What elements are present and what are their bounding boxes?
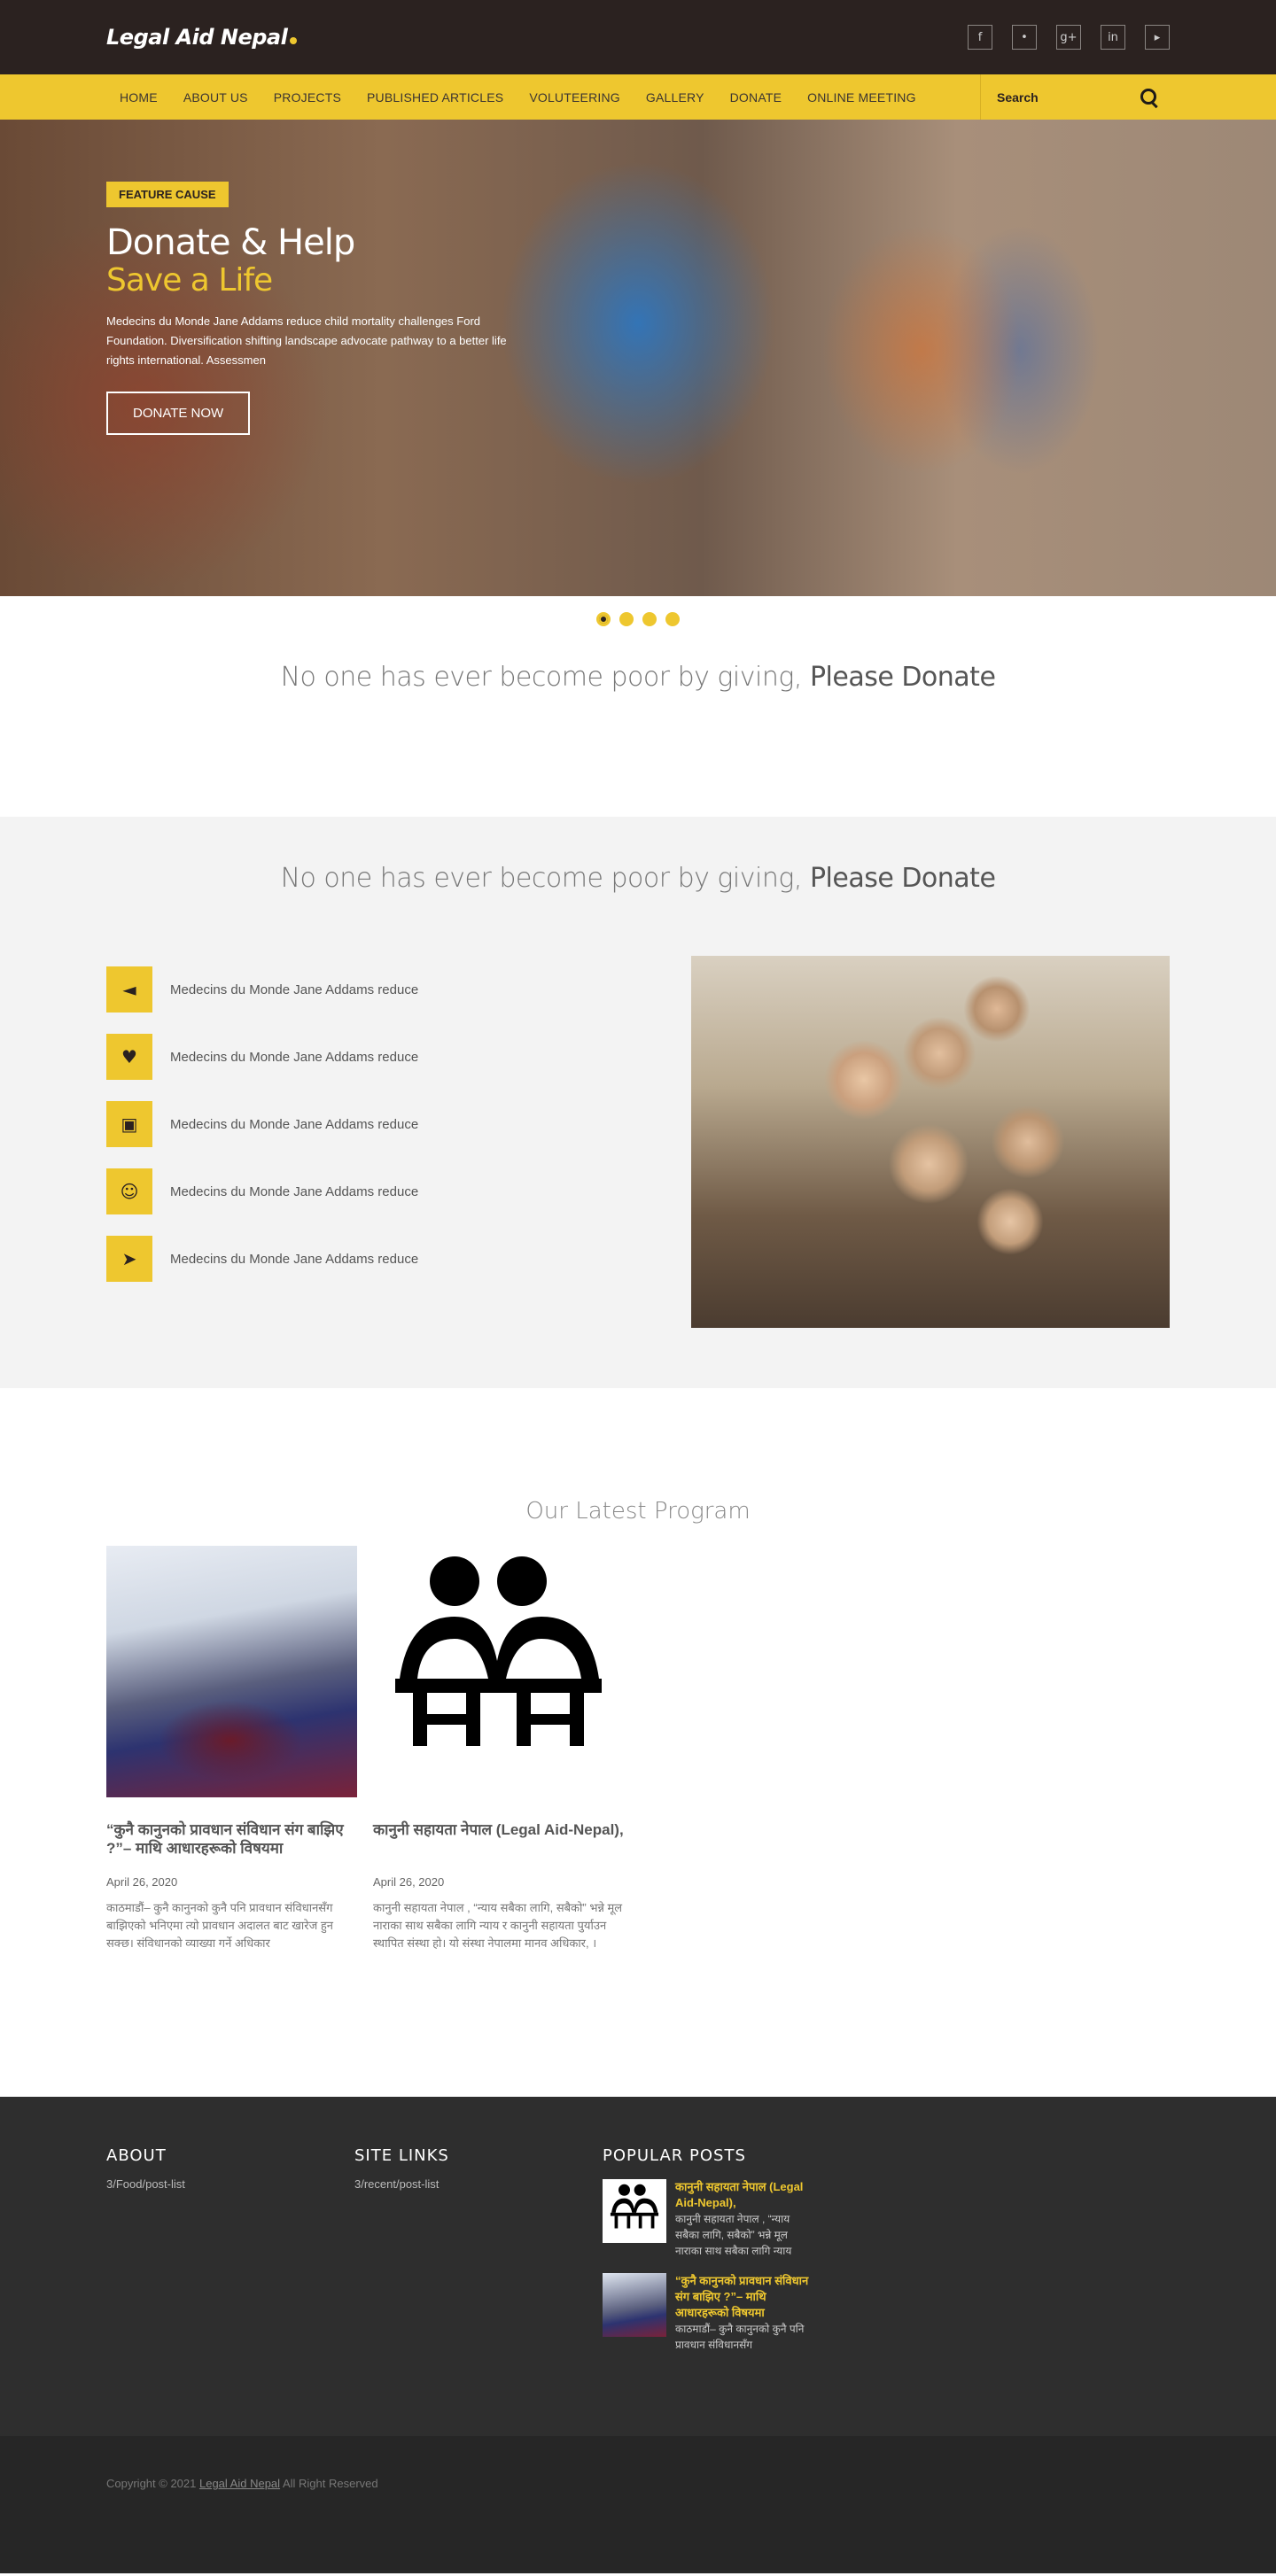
- slider-dot-3[interactable]: [642, 612, 657, 626]
- hero-text: Medecins du Monde Jane Addams reduce chi…: [106, 314, 507, 367]
- popular-post-thumbnail: [603, 2273, 666, 2337]
- footer-popular-heading: POPULAR POSTS: [603, 2146, 746, 2165]
- footer-site-link[interactable]: 3/recent/post-list: [354, 2177, 603, 2191]
- copyright-link[interactable]: Legal Aid Nepal: [199, 2477, 280, 2490]
- search-icon[interactable]: [1140, 88, 1159, 107]
- social-links: f • g+ in ▸: [968, 25, 1170, 50]
- nav-item-home[interactable]: HOME: [120, 90, 158, 105]
- footer-about: ABOUT 3/Food/post-list: [106, 2146, 354, 2353]
- paper-plane-icon: ➤: [106, 1236, 152, 1282]
- youtube-icon[interactable]: ▸: [1145, 25, 1170, 50]
- search-box: [980, 74, 1170, 120]
- slider-dot-2[interactable]: [619, 612, 634, 626]
- megaphone-icon: ◄: [106, 966, 152, 1013]
- feature-label: Medecins du Monde Jane Addams reduce: [170, 1251, 419, 1267]
- facebook-icon[interactable]: f: [968, 25, 992, 50]
- twitter-icon[interactable]: •: [1012, 25, 1037, 50]
- popular-post-title[interactable]: “कुनै कानुनको प्रावधान संविधान संग बाझिए…: [675, 2273, 815, 2321]
- popular-post-title[interactable]: कानुनी सहायता नेपाल (Legal Aid-Nepal),: [675, 2179, 815, 2211]
- post-excerpt: कानुनी सहायता नेपाल , “न्याय सबैका लागि,…: [373, 1901, 623, 1950]
- post-date: April 26, 2020: [373, 1875, 445, 1889]
- slider-dot-1[interactable]: [596, 612, 611, 626]
- popular-post-item[interactable]: “कुनै कानुनको प्रावधान संविधान संग बाझिए…: [603, 2273, 815, 2353]
- hero-subtitle: Save a Life: [106, 262, 273, 299]
- popular-post-text: कानुनी सहायता नेपाल , “न्याय सबैका लागि,…: [675, 2213, 792, 2257]
- feature-label: Medecins du Monde Jane Addams reduce: [170, 1116, 419, 1132]
- logo-dot: [290, 37, 298, 44]
- smile-icon: ☺: [106, 1168, 152, 1214]
- hero-slider: FEATURE CAUSE Donate & Help Save a Life …: [0, 120, 1276, 596]
- nav-item-published-articles[interactable]: PUBLISHED ARTICLES: [367, 90, 503, 105]
- google-plus-icon[interactable]: g+: [1056, 25, 1081, 50]
- heart-pulse-icon: ♥: [106, 1034, 152, 1080]
- slider-pagination: [0, 596, 1276, 626]
- donate-now-button[interactable]: DONATE NOW: [106, 392, 251, 435]
- footer-about-link[interactable]: 3/Food/post-list: [106, 2177, 354, 2191]
- feature-item: ♥ Medecins du Monde Jane Addams reduce: [106, 1034, 603, 1080]
- post-title[interactable]: कानुनी सहायता नेपाल (Legal Aid-Nepal),: [373, 1820, 624, 1858]
- copyright-suffix: All Right Reserved: [282, 2477, 378, 2490]
- post-thumbnail[interactable]: [106, 1546, 357, 1797]
- latest-program-section: Our Latest Program “कुनै कानुनको प्रावधा…: [0, 1388, 1276, 2097]
- nav-item-online-meeting[interactable]: ONLINE MEETING: [807, 90, 916, 105]
- feature-list: ◄ Medecins du Monde Jane Addams reduce ♥…: [106, 956, 603, 1328]
- post-card: “कुनै कानुनको प्रावधान संविधान संग बाझिए…: [106, 1546, 357, 1952]
- post-thumbnail[interactable]: [373, 1546, 624, 1797]
- tagline-bold: Please Donate: [809, 662, 996, 693]
- feature-cause-badge: FEATURE CAUSE: [106, 182, 229, 207]
- feature-label: Medecins du Monde Jane Addams reduce: [170, 1049, 419, 1065]
- post-date: April 26, 2020: [106, 1875, 178, 1889]
- tagline-light: No one has ever become poor by giving,: [280, 662, 803, 693]
- feature-item: ▣ Medecins du Monde Jane Addams reduce: [106, 1101, 603, 1147]
- feature-label: Medecins du Monde Jane Addams reduce: [170, 982, 419, 997]
- feature-item: ➤ Medecins du Monde Jane Addams reduce: [106, 1236, 603, 1282]
- post-list: “कुनै कानुनको प्रावधान संविधान संग बाझिए…: [106, 1546, 1170, 1952]
- site-footer: ABOUT 3/Food/post-list SITE LINKS 3/rece…: [0, 2097, 1276, 2436]
- linkedin-icon[interactable]: in: [1101, 25, 1125, 50]
- program-heading: Our Latest Program: [525, 1498, 751, 1525]
- features-tagline-bold: Please Donate: [809, 863, 996, 894]
- features-section: No one has ever become poor by giving, P…: [0, 817, 1276, 1388]
- nav-item-about-us[interactable]: ABOUT US: [183, 90, 248, 105]
- nav-item-volunteering[interactable]: VOLUTEERING: [529, 90, 620, 105]
- feature-item: ☺ Medecins du Monde Jane Addams reduce: [106, 1168, 603, 1214]
- hero-title: Donate & Help: [106, 222, 355, 263]
- post-title[interactable]: “कुनै कानुनको प्रावधान संविधान संग बाझिए…: [106, 1820, 357, 1858]
- feature-item: ◄ Medecins du Monde Jane Addams reduce: [106, 966, 603, 1013]
- feature-label: Medecins du Monde Jane Addams reduce: [170, 1183, 419, 1199]
- nav-item-gallery[interactable]: GALLERY: [646, 90, 704, 105]
- search-input[interactable]: [997, 89, 1130, 105]
- legal-aid-logo-icon: [610, 2184, 659, 2229]
- top-bar: Legal Aid Nepal f • g+ in ▸: [0, 0, 1276, 74]
- popular-post-thumbnail: [603, 2179, 666, 2243]
- footer-popular-posts: POPULAR POSTS कानुनी सहायता नेपाल (Legal…: [603, 2146, 851, 2353]
- popular-post-text: काठमाडौं– कुनै कानुनको कुनै पनि प्रावधान…: [675, 2323, 805, 2351]
- nav-item-projects[interactable]: PROJECTS: [274, 90, 341, 105]
- puzzle-icon: ▣: [106, 1101, 152, 1147]
- features-tagline: No one has ever become poor by giving, P…: [106, 863, 1170, 894]
- donate-tagline: No one has ever become poor by giving, P…: [0, 626, 1276, 817]
- slider-dot-4[interactable]: [665, 612, 680, 626]
- copyright-bar: Copyright © 2021 Legal Aid Nepal All Rig…: [0, 2436, 1276, 2573]
- features-tagline-light: No one has ever become poor by giving,: [280, 863, 803, 894]
- legal-aid-logo-icon: [395, 1556, 602, 1746]
- nav-item-donate[interactable]: DONATE: [730, 90, 782, 105]
- children-photo: [691, 956, 1170, 1328]
- footer-links-heading: SITE LINKS: [354, 2146, 449, 2165]
- copyright-prefix: Copyright © 2021: [106, 2477, 197, 2490]
- post-card: कानुनी सहायता नेपाल (Legal Aid-Nepal), A…: [373, 1546, 624, 1952]
- site-logo[interactable]: Legal Aid Nepal: [106, 25, 298, 50]
- post-excerpt: काठमाडौं– कुनै कानुनको कुनै पनि प्रावधान…: [106, 1901, 333, 1950]
- popular-post-item[interactable]: कानुनी सहायता नेपाल (Legal Aid-Nepal), क…: [603, 2179, 815, 2259]
- main-navigation: HOME ABOUT US PROJECTS PUBLISHED ARTICLE…: [0, 74, 1276, 120]
- footer-about-heading: ABOUT: [106, 2146, 167, 2165]
- logo-text: Legal Aid Nepal: [106, 25, 288, 50]
- nav-menu: HOME ABOUT US PROJECTS PUBLISHED ARTICLE…: [106, 90, 942, 105]
- footer-site-links: SITE LINKS 3/recent/post-list: [354, 2146, 603, 2353]
